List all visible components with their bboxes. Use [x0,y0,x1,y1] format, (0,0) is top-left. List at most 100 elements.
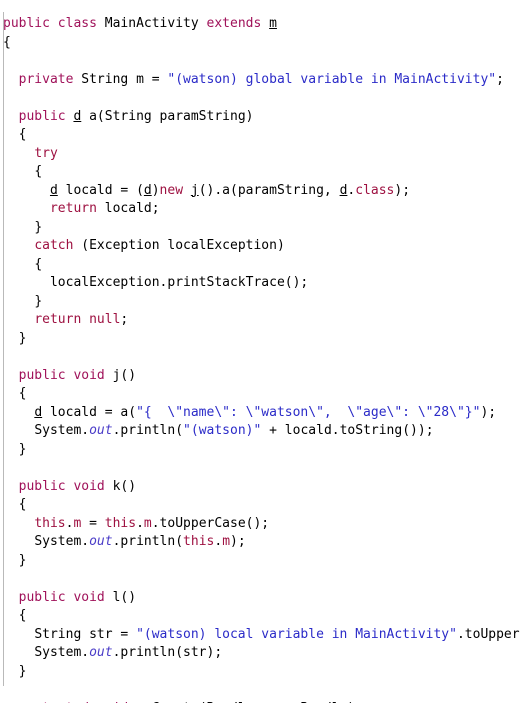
code-line: { [3,385,520,404]
code-line: public void l() [3,589,520,608]
code-token-pl: locald; [96,201,160,216]
code-token-pl: System. [34,423,90,438]
code-token-pl: String str = [34,626,137,642]
code-line: return null; [3,311,520,330]
code-token-typ: j [190,182,199,198]
code-line: { [3,256,520,275]
code-line: public class MainActivity extends m [3,15,520,34]
code-token-kw2: null [89,312,121,327]
code-line: try [3,145,520,164]
source-code-block[interactable]: public class MainActivity extends m{ pri… [0,13,520,703]
code-line: public d a(String paramString) [3,108,520,127]
code-line: localException.printStackTrace(); [3,274,520,293]
code-token-pl: ().a(paramString, [198,182,340,198]
code-token-pl: localException.printStackTrace(); [49,275,309,290]
code-token-kw: public [18,478,66,494]
code-token-pl: System. [34,645,90,660]
code-line: } [3,441,520,460]
code-line: { [3,607,520,626]
code-token-kw: private [18,71,74,87]
code-token-pl: } [34,293,43,309]
code-line: { [3,496,520,515]
code-token-str: "{ \"name\": \"watson\", \"age\": \"28\"… [136,404,481,420]
code-viewer: public class MainActivity extends m{ pri… [0,0,520,703]
code-line: { [3,34,520,53]
code-token-str: "(watson) local variable in MainActivity… [136,626,457,642]
code-token-kw: void [73,589,105,605]
code-token-pl: } [18,663,27,679]
code-token-pl: l() [104,589,137,605]
code-token-pl: .println( [112,423,184,438]
code-line: { [3,126,520,145]
code-token-kw2: this [34,515,66,531]
code-line: public void k() [3,478,520,497]
code-token-pl: .toUpperCase(); [151,515,270,531]
code-token-typ: d [34,404,43,420]
code-token-pl: String m = [73,71,168,87]
code-line: } [3,219,520,238]
code-token-kw: void [73,478,105,494]
code-line: } [3,293,520,312]
code-token-fld: m [143,515,152,531]
code-token-pl: { [3,34,11,50]
code-token-str: "(watson) global variable in MainActivit… [167,71,497,87]
code-token-kw2: catch [34,238,74,253]
code-token-pl: } [18,552,27,568]
code-line: System.out.println("(watson)" + locald.t… [3,422,520,441]
code-token-pl: { [18,608,27,623]
code-token-pl: .println( [112,534,184,549]
code-token-pl: ) [151,182,160,198]
code-token-pl: .toUpperCase(); [456,626,520,642]
code-line: } [3,330,520,349]
code-line: private String m = "(watson) global vari… [3,71,520,90]
code-token-str: "(watson)" [183,423,262,438]
code-token-kw: void [73,367,105,383]
code-line: d locald = (d)new j().a(paramString, d.c… [3,182,520,201]
code-token-pl: . [214,534,223,549]
code-token-sfld: out [89,423,113,438]
code-token-kw: public [18,367,66,383]
code-line: System.out.println(str); [3,644,520,663]
code-line: String str = "(watson) local variable in… [3,626,520,645]
code-token-pl: ; [496,71,504,87]
code-token-kw: public [18,108,66,124]
code-token-typ: d [49,182,58,198]
code-token-sfld: out [89,534,113,549]
code-token-pl: + locald.toString()); [261,423,434,438]
code-token-sfld: out [89,645,113,660]
code-token-typ: d [143,182,152,198]
code-line: } [3,552,520,571]
code-token-kw2: try [34,145,58,161]
code-token-pl: locald = ( [57,182,144,198]
code-token-kw: public [18,589,66,605]
code-token-kw2: this [183,534,215,549]
code-token-pl: (Exception localException) [73,238,285,253]
code-token-pl: a(String paramString) [81,108,254,124]
code-token-pl: locald = a( [42,404,137,420]
code-token-pl: { [18,386,27,401]
code-token-pl: ); [480,404,497,420]
code-token-pl: { [18,127,27,142]
